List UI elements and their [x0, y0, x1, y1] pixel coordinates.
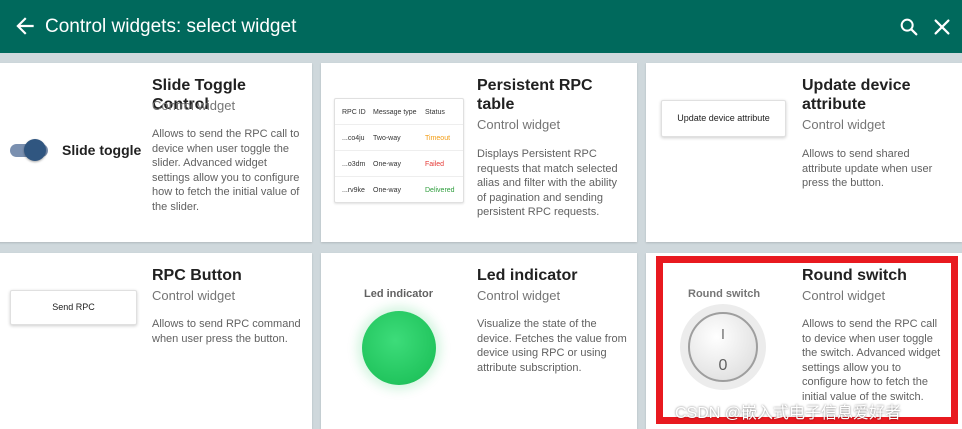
slide-toggle-thumb — [24, 139, 46, 161]
column-header-status: Status — [425, 109, 445, 116]
widget-title: Persistent RPC table — [477, 77, 593, 113]
widget-description: Allows to send shared attribute update w… — [802, 148, 933, 189]
widget-card-led-indicator[interactable]: Led indicator Led indicator Control widg… — [321, 253, 637, 429]
widget-card-persistent-rpc-table[interactable]: RPC ID Message type Status ...co4ju Two-… — [321, 63, 637, 242]
led-indicator-label: Led indicator — [364, 288, 434, 300]
table-row: ...rv9ke One-way Delivered — [335, 177, 463, 203]
rpc-id-cell: ...co4ju — [342, 135, 365, 142]
widget-description: Visualize the state of the device. Fetch… — [477, 318, 627, 374]
message-type-cell: One-way — [373, 187, 402, 194]
status-cell: Delivered — [425, 187, 455, 194]
widget-title: Update device attribute — [802, 77, 911, 113]
arrow-left-icon[interactable] — [12, 13, 38, 39]
message-type-cell: Two-way — [373, 135, 401, 142]
rpc-id-cell: ...rv9ke — [342, 187, 365, 194]
table-row: ...o3dm One-way Failed — [335, 151, 463, 177]
widget-card-rpc-button[interactable]: Send RPC RPC Button Control widget Allow… — [0, 253, 312, 429]
search-icon[interactable] — [898, 16, 920, 38]
rpc-id-cell: ...o3dm — [342, 161, 366, 168]
table-row: ...co4ju Two-way Timeout — [335, 125, 463, 151]
top-app-bar: Control widgets: select widget — [0, 0, 962, 53]
widget-title: Led indicator — [477, 267, 578, 284]
widget-card-update-device-attribute[interactable]: Update device attribute Update device at… — [646, 63, 962, 242]
column-header-message-type: Message type — [373, 109, 417, 116]
widget-description: Displays Persistent RPC requests that ma… — [477, 148, 618, 218]
widget-description: Allows to send the RPC call to device wh… — [152, 128, 300, 213]
send-rpc-preview-button: Send RPC — [10, 290, 137, 325]
widget-title: RPC Button — [152, 267, 242, 284]
widget-subtitle: Control widget — [477, 288, 561, 303]
status-cell: Timeout — [425, 135, 451, 142]
widget-subtitle: Control widget — [802, 117, 886, 132]
widget-subtitle: Control widget — [152, 288, 236, 303]
status-cell: Failed — [425, 161, 445, 168]
led-indicator-light — [362, 311, 436, 385]
rpc-table-preview: RPC ID Message type Status ...co4ju Two-… — [334, 98, 464, 203]
widget-subtitle: Control widget — [477, 117, 561, 132]
slide-toggle-label: Slide toggle — [62, 142, 142, 158]
watermark-text: CSDN @嵌入式电子信息爱好者 — [675, 405, 902, 422]
widget-subtitle: Control widget — [152, 98, 236, 113]
message-type-cell: One-way — [373, 161, 402, 168]
close-icon[interactable] — [931, 16, 953, 38]
rpc-table-header-row: RPC ID Message type Status — [335, 99, 463, 125]
column-header-rpc-id: RPC ID — [342, 109, 366, 116]
page-title: Control widgets: select widget — [45, 16, 297, 37]
update-device-attribute-preview-button: Update device attribute — [661, 100, 786, 137]
widget-description: Allows to send RPC command when user pre… — [152, 318, 301, 345]
widget-card-slide-toggle[interactable]: Slide toggle Slide Toggle Control Contro… — [0, 63, 312, 242]
